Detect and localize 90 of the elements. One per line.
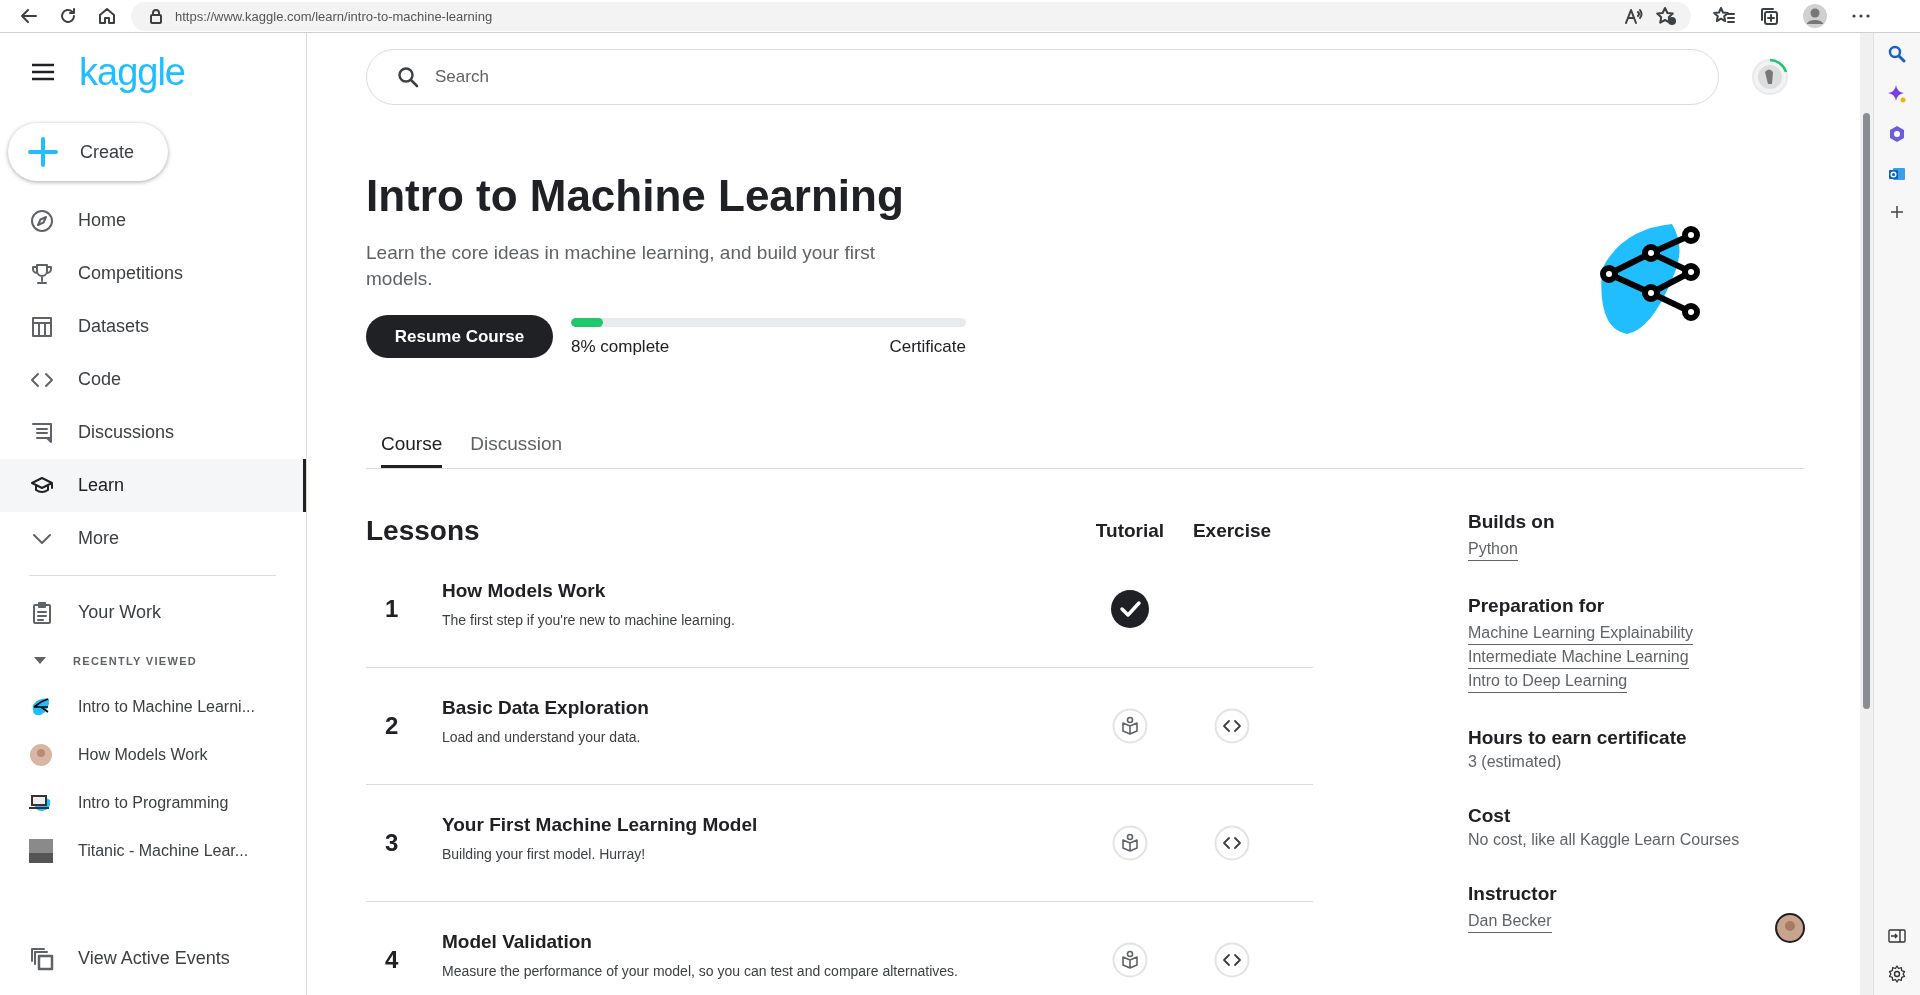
nav-item[interactable]: Your Work (0, 586, 306, 639)
nav-item[interactable]: View Active Events (0, 932, 306, 985)
back-icon[interactable] (19, 6, 39, 26)
detail-heading: Cost (1468, 805, 1512, 827)
lesson-number: 2 (384, 712, 400, 740)
plus-icon (28, 137, 58, 167)
lesson-title[interactable]: How Models Work (442, 580, 1079, 602)
resume-course-button[interactable]: Resume Course (366, 315, 553, 358)
sidebar-toggle-icon[interactable] (1888, 929, 1906, 943)
detail-heading: Builds on (1468, 511, 1556, 533)
tab[interactable]: Course (381, 433, 443, 468)
nav-item[interactable]: Discussions (0, 406, 306, 459)
tutorial-icon[interactable] (1112, 942, 1148, 978)
more-icon[interactable] (1851, 13, 1871, 19)
detail-heading: Instructor (1468, 883, 1558, 905)
course-link[interactable]: Intro to Deep Learning (1468, 670, 1628, 693)
tab[interactable]: Discussion (470, 433, 563, 468)
tutorial-icon[interactable] (1112, 825, 1148, 861)
chat-icon (30, 420, 54, 445)
lesson-description: Building your first model. Hurray! (442, 846, 647, 862)
detail-heading: Hours to earn certificate (1468, 727, 1688, 749)
recent-item[interactable]: Intro to Machine Learni... (0, 683, 306, 731)
nav-item[interactable]: Datasets (0, 300, 306, 353)
address-bar[interactable]: https://www.kaggle.com/learn/intro-to-machine-learning (131, 1, 1691, 31)
recent-item[interactable]: Titanic - Machine Lear... (0, 827, 306, 875)
photo-placeholder (29, 839, 53, 863)
check-circle-icon[interactable] (1111, 590, 1149, 628)
collections-icon[interactable] (1759, 6, 1779, 26)
section-heading: RECENTLY VIEWED (73, 655, 198, 667)
code-icon[interactable] (1214, 942, 1250, 978)
compass-icon (30, 208, 54, 233)
detail-heading: Preparation for (1468, 595, 1606, 617)
user-avatar[interactable] (1751, 58, 1789, 96)
url-text: https://www.kaggle.com/learn/intro-to-machine-learning (175, 8, 493, 24)
plus-icon[interactable] (1890, 205, 1904, 219)
course-description: Learn the core ideas in machine learning, and build your first models. (366, 241, 877, 291)
nav-item[interactable]: More (0, 512, 306, 565)
course-link[interactable]: Machine Learning Explainability (1468, 622, 1694, 645)
sparkle-icon[interactable] (1888, 85, 1906, 103)
recent-item[interactable]: How Models Work (0, 731, 306, 779)
avatar-placeholder (29, 743, 53, 767)
favorites-icon[interactable] (1713, 6, 1735, 26)
lesson-description: The first step if you're new to machine learning. (442, 612, 736, 628)
progress-label: 8% complete (571, 337, 670, 357)
table-icon (30, 314, 54, 339)
recent-item[interactable]: Intro to Programming (0, 779, 306, 827)
lesson-description: Measure the performance of your model, so you can test and compare alternatives. (442, 963, 959, 979)
section-title: Lessons (366, 515, 481, 547)
clipboard-icon (30, 600, 54, 625)
course-link[interactable]: Dan Becker (1468, 910, 1552, 933)
column-header: Tutorial (1094, 520, 1166, 542)
copy-icon (30, 946, 54, 971)
scrollbar-thumb[interactable] (1863, 113, 1870, 709)
settings-icon[interactable] (1888, 965, 1906, 983)
create-button[interactable]: Create (8, 123, 168, 181)
menu-icon[interactable] (31, 63, 55, 81)
certificate-label: Certificate (889, 337, 966, 357)
home-icon[interactable] (97, 6, 117, 26)
add-favorite-icon[interactable] (1655, 6, 1677, 26)
nav-item[interactable]: Learn (0, 459, 306, 512)
hexagon-icon[interactable] (1888, 125, 1906, 143)
search-icon[interactable] (1888, 45, 1906, 63)
lesson-number: 4 (384, 946, 400, 974)
lesson-number: 1 (384, 595, 400, 623)
detail-text: No cost, like all Kaggle Learn Courses (1468, 831, 1741, 849)
lock-icon (149, 8, 163, 24)
tutorial-icon[interactable] (1112, 708, 1148, 744)
lesson-description: Load and understand your data. (442, 729, 642, 745)
profile-icon[interactable] (1803, 4, 1827, 28)
avatar-placeholder[interactable] (1775, 913, 1805, 943)
lesson-title[interactable]: Model Validation (442, 931, 1079, 953)
mail-icon[interactable] (1888, 165, 1906, 183)
code-icon[interactable] (1214, 825, 1250, 861)
lesson-title[interactable]: Basic Data Exploration (442, 697, 1079, 719)
lesson-number: 3 (384, 829, 400, 857)
nav-item[interactable]: Competitions (0, 247, 306, 300)
detail-text: 3 (estimated) (1468, 753, 1563, 771)
column-header: Exercise (1191, 520, 1273, 542)
read-aloud-icon[interactable] (1623, 7, 1643, 25)
trophy-icon (30, 261, 54, 286)
code-icon[interactable] (1214, 708, 1250, 744)
course-link[interactable]: Python (1468, 538, 1518, 561)
nav-item[interactable]: Code (0, 353, 306, 406)
nav-item[interactable]: Home (0, 194, 306, 247)
search-icon (397, 66, 419, 88)
caret-down-icon[interactable] (34, 657, 46, 665)
reload-icon[interactable] (58, 6, 78, 26)
lesson-title[interactable]: Your First Machine Learning Model (442, 814, 1079, 836)
course-title: Intro to Machine Learning (366, 174, 905, 218)
course-link[interactable]: Intermediate Machine Learning (1468, 646, 1689, 669)
